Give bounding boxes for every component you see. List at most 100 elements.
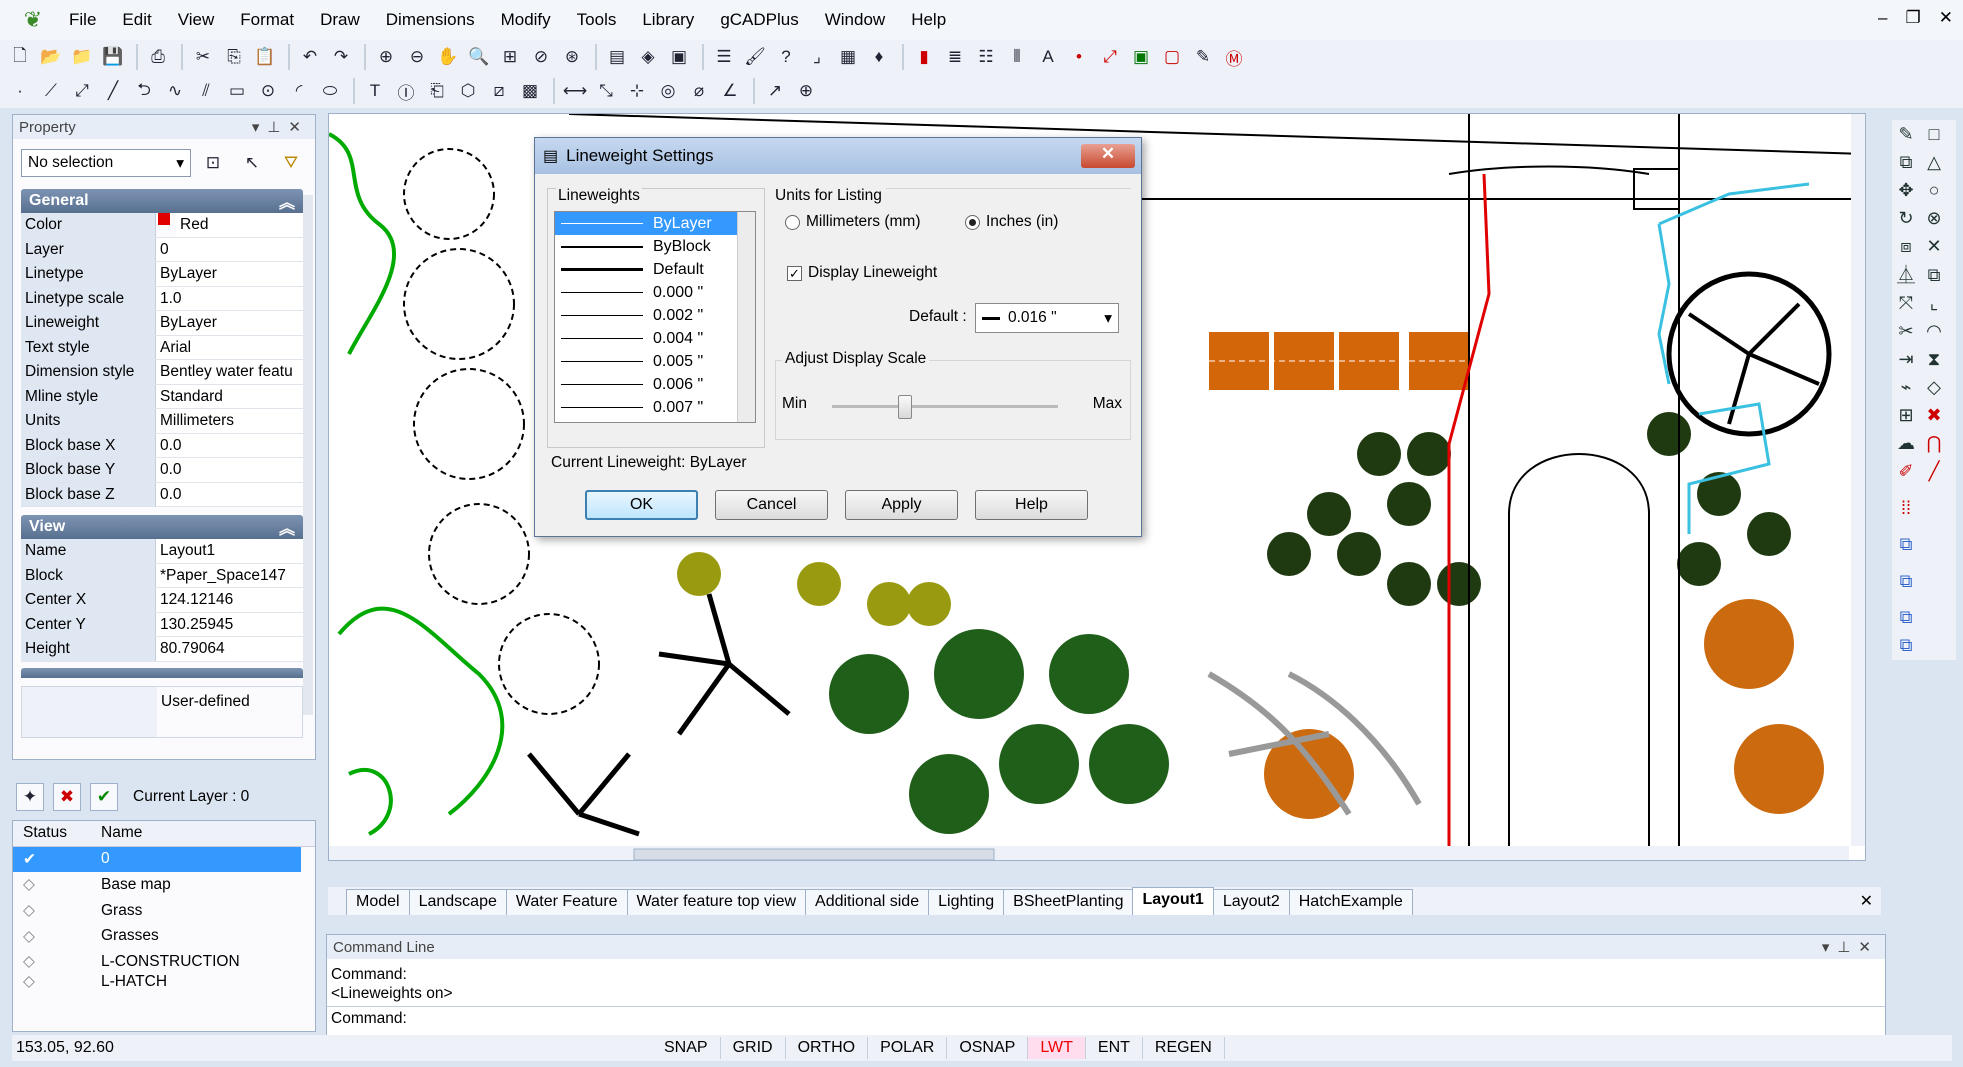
selection-dropdown[interactable]: No selection ▾ <box>21 149 191 177</box>
layout-icon[interactable]: ▢ <box>1158 43 1186 71</box>
trim-icon[interactable]: ✂ <box>1892 318 1920 346</box>
property-value[interactable]: 80.79064 <box>156 637 303 661</box>
text-icon[interactable]: T <box>361 77 389 105</box>
point-icon[interactable]: · <box>6 77 34 105</box>
property-row[interactable]: Block base Z 0.0 <box>21 482 303 507</box>
property-value[interactable]: 130.25945 <box>156 612 303 636</box>
lineweight-option[interactable]: 0.004 " <box>555 327 755 350</box>
mtext-icon[interactable]: Ⓘ <box>392 77 420 105</box>
triangle-icon[interactable]: △ <box>1920 148 1948 176</box>
menu-dimensions[interactable]: Dimensions <box>373 10 488 30</box>
property-row[interactable]: Mline style Standard <box>21 384 303 409</box>
arc-icon[interactable]: ◜ <box>285 77 313 105</box>
property-value[interactable]: Millimeters <box>156 409 303 433</box>
tab-landscape[interactable]: Landscape <box>408 889 507 915</box>
leader-icon[interactable]: ↗ <box>761 77 789 105</box>
property-row[interactable]: Block *Paper_Space147 <box>21 563 303 588</box>
lineweight-option[interactable]: 0.006 " <box>555 373 755 396</box>
dim-diameter-icon[interactable]: ⌀ <box>685 77 713 105</box>
pencil-icon[interactable]: ✐ <box>1892 458 1920 486</box>
insert-icon[interactable]: ⎗ <box>423 77 451 105</box>
property-value[interactable]: ByLayer <box>156 262 303 286</box>
erase-icon[interactable]: ✎ <box>1892 120 1920 148</box>
cloud-icon[interactable]: ☁ <box>1892 430 1920 458</box>
menu-library[interactable]: Library <box>629 10 707 30</box>
select-objects-icon[interactable]: ⊡ <box>199 149 227 177</box>
layer-row[interactable]: ◇ L-CONSTRUCTION <box>13 949 315 975</box>
lineweight-option[interactable]: ByBlock <box>555 235 755 258</box>
dropdown-icon[interactable]: ▾ <box>1822 939 1838 956</box>
copy-object-icon[interactable]: ⧉ <box>1892 148 1920 176</box>
point-style-icon[interactable]: • <box>1065 43 1093 71</box>
inches-radio[interactable]: Inches (in) <box>965 213 1058 231</box>
lineweight-option[interactable]: 0.005 " <box>555 350 755 373</box>
layers-icon[interactable]: ◈ <box>634 43 662 71</box>
dim-aligned-icon[interactable]: ⤡ <box>592 77 620 105</box>
menu-draw[interactable]: Draw <box>307 10 373 30</box>
menu-view[interactable]: View <box>165 10 228 30</box>
hatch-icon[interactable]: ♦ <box>865 43 893 71</box>
new-layer-icon[interactable]: ✦ <box>16 783 44 811</box>
property-row[interactable]: Name Layout1 <box>21 539 303 564</box>
construction-line-icon[interactable]: ⤢ <box>68 77 96 105</box>
circle-shape-icon[interactable]: ○ <box>1920 176 1948 204</box>
copy-icon[interactable]: ⎘ <box>220 43 248 71</box>
property-row[interactable]: Center X 124.12146 <box>21 588 303 613</box>
property-value[interactable]: ByLayer <box>156 311 303 335</box>
zoom-previous-icon[interactable]: ⊘ <box>527 43 555 71</box>
stack3-icon[interactable]: ⧉ <box>1892 604 1920 632</box>
cancel-button[interactable]: Cancel <box>715 490 828 520</box>
zoom-in-icon[interactable]: ⊕ <box>372 43 400 71</box>
undo-icon[interactable]: ↶ <box>296 43 324 71</box>
pan-icon[interactable]: ✋ <box>434 43 462 71</box>
command-input[interactable]: Command: <box>327 1007 1885 1031</box>
offset-icon[interactable]: ⧉ <box>1920 262 1948 290</box>
rectangle-icon[interactable]: ▭ <box>223 77 251 105</box>
stack-icon[interactable]: ⧉ <box>1892 531 1920 559</box>
section-view[interactable]: View ︽ <box>21 515 303 539</box>
property-value[interactable]: Arial <box>156 335 303 359</box>
dim-radius-icon[interactable]: ◎ <box>654 77 682 105</box>
property-row[interactable]: Linetype scale 1.0 <box>21 286 303 311</box>
diamond-icon[interactable]: ◇ <box>1920 374 1948 402</box>
zoom-extents-icon[interactable]: ⊛ <box>558 43 586 71</box>
polar-button[interactable]: POLAR <box>868 1037 948 1059</box>
quick-select-icon[interactable]: ⛛ <box>277 149 305 177</box>
help-icon[interactable]: ? <box>772 43 800 71</box>
lineweights-list[interactable]: ByLayer ByBlock Default 0.000 " 0.002 " … <box>554 211 756 423</box>
property-value[interactable]: Standard <box>156 384 303 408</box>
dim-linear-icon[interactable]: ⟷ <box>561 77 589 105</box>
help-button[interactable]: Help <box>975 490 1088 520</box>
layer-row[interactable]: ✔ 0 <box>13 846 301 873</box>
spline-icon[interactable]: ∿ <box>161 77 189 105</box>
menu-window[interactable]: Window <box>812 10 898 30</box>
rotate-icon[interactable]: ↻ <box>1892 204 1920 232</box>
property-value[interactable]: Layout1 <box>156 539 303 563</box>
layer-row[interactable]: ◇ Base map <box>13 872 315 898</box>
scale-icon[interactable]: ⧈ <box>1892 232 1920 260</box>
polyline-icon[interactable]: ⮌ <box>130 77 158 105</box>
dash-lines-icon[interactable]: ☷ <box>972 43 1000 71</box>
layer-row[interactable]: ◇ Grasses <box>13 923 315 949</box>
center-mark-icon[interactable]: ⊕ <box>792 77 820 105</box>
tab-layout1[interactable]: Layout1 <box>1132 887 1214 915</box>
property-value[interactable]: 0 <box>156 237 303 261</box>
lwt-button[interactable]: LWT <box>1028 1037 1086 1059</box>
property-row[interactable]: Text style Arial <box>21 335 303 360</box>
hatch-draw-icon[interactable]: ▩ <box>516 77 544 105</box>
color-bars-icon[interactable]: ▮ <box>910 43 938 71</box>
close-icon[interactable]: ✕ <box>288 119 309 136</box>
edit-icon[interactable]: ✎ <box>1189 43 1217 71</box>
osnap-button[interactable]: OSNAP <box>947 1037 1029 1059</box>
pick-add-icon[interactable]: ↖ <box>238 149 266 177</box>
open-icon[interactable]: 📂 <box>37 43 65 71</box>
layer-row[interactable]: ◇ Grass <box>13 898 315 924</box>
match-properties-icon[interactable]: 🖌 <box>741 43 769 71</box>
mline-icon[interactable]: Ⓜ <box>1220 43 1248 71</box>
section-collapsed[interactable] <box>21 667 303 678</box>
name-column-header[interactable]: Name <box>101 824 315 842</box>
menu-edit[interactable]: Edit <box>109 10 164 30</box>
zoom-realtime-icon[interactable]: 🔍 <box>465 43 493 71</box>
ent-button[interactable]: ENT <box>1086 1037 1143 1059</box>
property-row[interactable]: Block base Y 0.0 <box>21 458 303 483</box>
